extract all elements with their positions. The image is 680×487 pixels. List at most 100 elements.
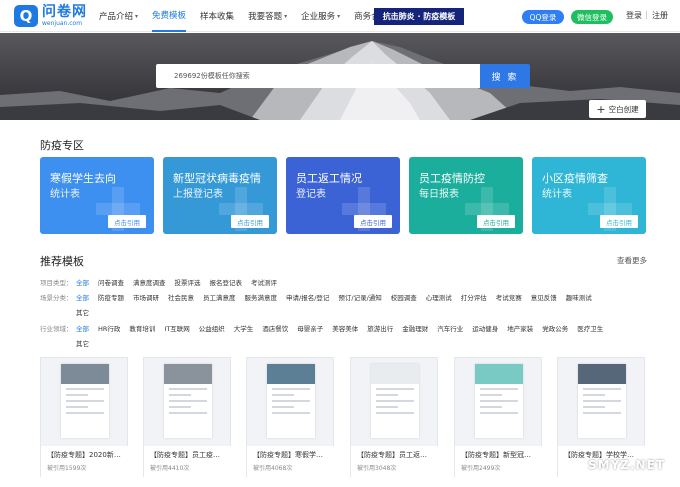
template-name: 【防疫专题】2020新… [47, 451, 121, 459]
card-title: 新型冠状病毒疫情 [173, 172, 261, 185]
epidemic-promo-banner[interactable]: 抗击肺炎 · 防疫模板 [374, 8, 464, 25]
card-title: 小区疫情筛查 [542, 172, 608, 185]
filter-option[interactable]: 考试竞赛 [496, 292, 522, 302]
template-name: 【防疫专题】新型冠… [461, 451, 531, 459]
card-title: 员工疫情防控 [419, 172, 485, 185]
template-usage-count: 被引用2499次 [461, 465, 501, 472]
search-input[interactable]: 269692份模板任你搜索 [156, 64, 480, 88]
filter-option[interactable]: 趣味测试 [566, 292, 592, 302]
filter-option[interactable]: 母婴亲子 [297, 323, 323, 333]
use-template-button[interactable]: 点击引用 [600, 215, 638, 228]
filter-option[interactable]: 考试测评 [251, 277, 277, 287]
card-subtitle: 上报登记表 [173, 189, 223, 200]
filter-option[interactable]: 打分评估 [461, 292, 487, 302]
epidemic-card[interactable]: 员工返工情况 登记表 点击引用 [286, 157, 400, 234]
filter-option[interactable]: 申请/报名/登记 [286, 292, 329, 302]
filter-option[interactable]: 其它 [76, 338, 89, 348]
blank-create-button[interactable]: + 空白创建 [589, 100, 646, 118]
template-preview-image [61, 364, 109, 438]
filter-option[interactable]: 全部 [76, 292, 89, 302]
template-card[interactable]: 【防疫专题】员工疫… 被引用4410次 [143, 357, 232, 478]
template-preview-image [371, 364, 419, 438]
filter-option[interactable]: 报名登记表 [210, 277, 243, 287]
filter-option[interactable]: 旅游出行 [367, 323, 393, 333]
filter-option[interactable]: 满意度调查 [133, 277, 166, 287]
template-name: 【防疫专题】寒假学… [253, 451, 323, 459]
search-button[interactable]: 搜 索 [480, 64, 530, 88]
filter-option[interactable]: 金融理财 [402, 323, 428, 333]
nav-item[interactable]: 产品介绍 ▾ [99, 0, 138, 32]
filter-row: 项目类型： 全部 问卷调查 满意度调查 投票评选 报名登记表 考试测评 [40, 277, 286, 287]
filter-option[interactable]: 投票评选 [175, 277, 201, 287]
nav-item-label: 产品介绍 [99, 12, 134, 22]
filter-option[interactable]: IT互联网 [164, 323, 189, 333]
filter-option[interactable]: 预订/记录/通知 [338, 292, 381, 302]
filter-option[interactable]: 全部 [76, 323, 89, 333]
use-template-button[interactable]: 点击引用 [477, 215, 515, 228]
filter-option[interactable]: HR行政 [98, 323, 120, 333]
filter-option[interactable]: 党政公务 [542, 323, 568, 333]
hero-banner: 269692份模板任你搜索 搜 索 + 空白创建 [0, 33, 680, 120]
filter-option[interactable]: 校园调查 [391, 292, 417, 302]
epidemic-card[interactable]: 员工疫情防控 每日报表 点击引用 [409, 157, 523, 234]
filter-label: 项目类型： [40, 279, 73, 287]
epidemic-card[interactable]: 新型冠状病毒疫情 上报登记表点击引用 [163, 157, 277, 234]
nav-item[interactable]: 样本收集 [200, 0, 234, 32]
use-template-button[interactable]: 点击引用 [354, 215, 392, 228]
top-navbar: Q 问卷网 wenjuan.com 产品介绍 ▾ 免费模板 样本收集 我要答题 ▾ 企业服务… [0, 0, 680, 32]
filter-option[interactable]: 问卷调查 [98, 277, 124, 287]
filter-option[interactable]: 市场调研 [133, 292, 159, 302]
filter-option[interactable]: 公益组织 [199, 323, 225, 333]
plus-icon: + [596, 102, 606, 116]
card-subtitle: 登记表 [296, 189, 326, 200]
template-usage-count: 被引用1599次 [47, 465, 87, 472]
chevron-down-icon: ▾ [337, 12, 341, 20]
template-card[interactable]: 【防疫专题】新型冠… 被引用2499次 [454, 357, 543, 478]
use-template-button[interactable]: 点击引用 [231, 215, 269, 228]
template-card[interactable]: 【防疫专题】员工返… 被引用3048次 [350, 357, 439, 478]
filter-option[interactable]: 心理测试 [426, 292, 452, 302]
use-template-button[interactable]: 点击引用 [108, 215, 146, 228]
filter-row: 行业领域： 全部 HR行政 教育培训 IT互联网 公益组织 大学生 酒店餐饮 母婴亲子 美容美体旅… [40, 323, 612, 333]
site-logo[interactable]: Q 问卷网 wenjuan.com [14, 5, 87, 27]
blank-create-label: 空白创建 [608, 104, 639, 114]
filter-option[interactable]: 酒店餐饮 [262, 323, 288, 333]
nav-item-label: 企业服务 [301, 12, 336, 22]
filter-option[interactable]: 服务满意度 [245, 292, 278, 302]
main-nav: 产品介绍 ▾ 免费模板 样本收集 我要答题 ▾ 企业服务 ▾ 商务合作 [99, 0, 402, 32]
filter-option[interactable]: 其它 [76, 307, 89, 317]
nav-item[interactable]: 企业服务 ▾ [301, 0, 340, 32]
epidemic-card[interactable]: 小区疫情筛查 统计表 点击引用 [532, 157, 646, 234]
filter-option[interactable]: 大学生 [234, 323, 254, 333]
filter-option[interactable]: 社会民意 [168, 292, 194, 302]
card-title: 寒假学生去向 [50, 172, 116, 185]
template-card[interactable]: 【防疫专题】寒假学… 被引用4068次 [246, 357, 335, 478]
template-preview-image [578, 364, 626, 438]
login-link[interactable]: 登录 [626, 10, 642, 21]
filter-option[interactable]: 防疫专题 [98, 292, 124, 302]
template-card[interactable]: 【防疫专题】2020新… 被引用1599次 [40, 357, 129, 478]
nav-item-label: 样本收集 [200, 12, 235, 22]
filter-option[interactable]: 美容美体 [332, 323, 358, 333]
filter-option[interactable]: 意见反馈 [531, 292, 557, 302]
filter-option[interactable]: 地产家装 [507, 323, 533, 333]
watermark: SMYZ.NET [588, 458, 665, 472]
filter-option[interactable]: 医疗卫生 [577, 323, 603, 333]
filter-option[interactable]: 员工满意度 [203, 292, 236, 302]
wechat-login-button[interactable]: 微信登录 [571, 10, 613, 24]
qq-login-button[interactable]: QQ登录 [522, 10, 564, 24]
filter-option[interactable]: 运动健身 [472, 323, 498, 333]
logo-domain: wenjuan.com [42, 20, 83, 27]
filter-option[interactable]: 汽车行业 [437, 323, 463, 333]
filter-option[interactable]: 教育培训 [129, 323, 155, 333]
epidemic-card[interactable]: 寒假学生去向 统计表 点击引用 [40, 157, 154, 234]
filter-option[interactable]: 全部 [76, 277, 89, 287]
template-preview-image [164, 364, 212, 438]
nav-item[interactable]: 免费模板 [152, 0, 187, 32]
register-link[interactable]: 注册 [652, 10, 668, 21]
recommend-section-title: 推荐模板 [40, 255, 84, 268]
header-separator: | [645, 10, 648, 19]
nav-item[interactable]: 我要答题 ▾ [248, 0, 287, 32]
view-more-link[interactable]: 查看更多 [617, 255, 647, 266]
filter-row: 其它 [40, 338, 98, 348]
